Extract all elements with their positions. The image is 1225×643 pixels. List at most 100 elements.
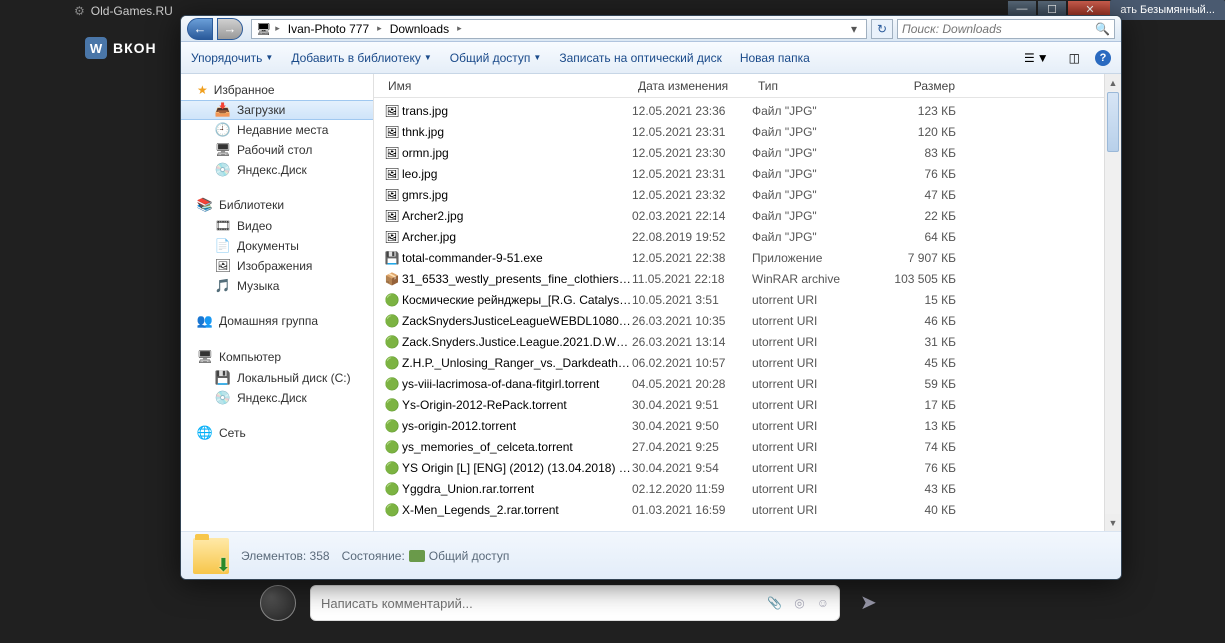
table-row[interactable]: 🟢Космические рейнджеры_[R.G. Catalyst...… bbox=[374, 289, 1121, 310]
sidebar-item-videos[interactable]: 🎞Видео bbox=[181, 216, 373, 236]
file-name: Космические рейнджеры_[R.G. Catalyst... bbox=[402, 293, 632, 307]
camera-icon[interactable]: ◎ bbox=[794, 596, 804, 610]
scroll-thumb[interactable] bbox=[1107, 92, 1119, 152]
preview-pane-button[interactable]: ◫ bbox=[1064, 48, 1085, 68]
search-input[interactable] bbox=[902, 22, 1091, 36]
attach-icon[interactable]: 📎 bbox=[767, 596, 782, 610]
list-icon: ☰ bbox=[1024, 51, 1035, 65]
file-list[interactable]: 🖼trans.jpg12.05.2021 23:36Файл "JPG"123 … bbox=[374, 98, 1121, 531]
file-size: 47 КБ bbox=[872, 188, 962, 202]
file-name: gmrs.jpg bbox=[402, 188, 632, 202]
burn-button[interactable]: Записать на оптический диск bbox=[559, 51, 722, 65]
scrollbar[interactable]: ▲ ▼ bbox=[1104, 74, 1121, 531]
file-size: 45 КБ bbox=[872, 356, 962, 370]
breadcrumb[interactable]: Downloads bbox=[386, 21, 453, 37]
share-menu[interactable]: Общий доступ▼ bbox=[450, 51, 542, 65]
avatar[interactable] bbox=[260, 585, 296, 621]
table-row[interactable]: 📦31_6533_westly_presents_fine_clothiers_… bbox=[374, 268, 1121, 289]
table-row[interactable]: 🟢YS Origin [L] [ENG] (2012) (13.04.2018)… bbox=[374, 457, 1121, 478]
file-icon: 🟢 bbox=[382, 314, 402, 328]
send-button[interactable]: ➤ bbox=[860, 590, 877, 615]
table-row[interactable]: 🖼Archer2.jpg02.03.2021 22:14Файл "JPG"22… bbox=[374, 205, 1121, 226]
libraries-icon: 📚 bbox=[197, 197, 213, 213]
sidebar-item-music[interactable]: 🎵Музыка bbox=[181, 276, 373, 296]
scroll-down[interactable]: ▼ bbox=[1105, 514, 1121, 531]
column-size[interactable]: Размер bbox=[872, 75, 962, 97]
vk-text: ВКОН bbox=[113, 40, 157, 56]
add-library-menu[interactable]: Добавить в библиотеку▼ bbox=[291, 51, 431, 65]
search-icon[interactable]: 🔍 bbox=[1095, 22, 1110, 36]
file-date: 12.05.2021 23:31 bbox=[632, 125, 752, 139]
column-name[interactable]: Имя bbox=[382, 75, 632, 97]
sidebar-item-downloads[interactable]: 📥Загрузки bbox=[181, 100, 373, 120]
table-row[interactable]: 🟢X-Men_Legends_2.rar.torrent01.03.2021 1… bbox=[374, 499, 1121, 520]
table-row[interactable]: 🟢ZackSnydersJusticeLeagueWEBDL1080p.t...… bbox=[374, 310, 1121, 331]
table-row[interactable]: 🟢Yggdra_Union.rar.torrent02.12.2020 11:5… bbox=[374, 478, 1121, 499]
file-name: Archer2.jpg bbox=[402, 209, 632, 223]
table-row[interactable]: 🟢ys-viii-lacrimosa-of-dana-fitgirl.torre… bbox=[374, 373, 1121, 394]
sidebar-item-documents[interactable]: 📄Документы bbox=[181, 236, 373, 256]
forward-button[interactable]: → bbox=[217, 18, 243, 40]
table-row[interactable]: 🖼gmrs.jpg12.05.2021 23:32Файл "JPG"47 КБ bbox=[374, 184, 1121, 205]
libraries-header[interactable]: 📚Библиотеки bbox=[181, 194, 373, 216]
breadcrumb[interactable]: Ivan-Photo 777 bbox=[284, 21, 373, 37]
table-row[interactable]: 🖼trans.jpg12.05.2021 23:36Файл "JPG"123 … bbox=[374, 100, 1121, 121]
table-row[interactable]: 🟢Z.H.P._Unlosing_Ranger_vs._Darkdeath_E.… bbox=[374, 352, 1121, 373]
table-row[interactable]: 🖼Archer.jpg22.08.2019 19:52Файл "JPG"64 … bbox=[374, 226, 1121, 247]
refresh-button[interactable]: ↻ bbox=[871, 19, 893, 39]
table-row[interactable]: 🖼ormn.jpg12.05.2021 23:30Файл "JPG"83 КБ bbox=[374, 142, 1121, 163]
docs-icon: 📄 bbox=[215, 238, 231, 254]
navigation-pane: ★Избранное 📥Загрузки 🕘Недавние места 🖥Ра… bbox=[181, 74, 374, 531]
computer-icon: 🖥 bbox=[256, 22, 271, 36]
homegroup-header[interactable]: 👥Домашняя группа bbox=[181, 310, 373, 332]
table-row[interactable]: 🖼leo.jpg12.05.2021 23:31Файл "JPG"76 КБ bbox=[374, 163, 1121, 184]
file-name: ormn.jpg bbox=[402, 146, 632, 160]
favorites-header[interactable]: ★Избранное bbox=[181, 80, 373, 100]
preview-icon: ◫ bbox=[1069, 51, 1080, 65]
column-date[interactable]: Дата изменения bbox=[632, 75, 752, 97]
file-type: Файл "JPG" bbox=[752, 188, 872, 202]
help-button[interactable]: ? bbox=[1095, 50, 1111, 66]
column-type[interactable]: Тип bbox=[752, 75, 872, 97]
sidebar-item-yandex[interactable]: 💿Яндекс.Диск bbox=[181, 160, 373, 180]
comment-input[interactable] bbox=[321, 596, 767, 611]
chevron-right-icon[interactable]: ▸ bbox=[275, 23, 280, 34]
sidebar-item-images[interactable]: 🖼Изображения bbox=[181, 256, 373, 276]
sidebar-item-recent[interactable]: 🕘Недавние места bbox=[181, 120, 373, 140]
network-header[interactable]: 🌐Сеть bbox=[181, 422, 373, 444]
search-box[interactable]: 🔍 bbox=[897, 19, 1115, 39]
chevron-right-icon[interactable]: ▸ bbox=[377, 23, 382, 34]
table-row[interactable]: 💾total-commander-9-51.exe12.05.2021 22:3… bbox=[374, 247, 1121, 268]
file-name: thnk.jpg bbox=[402, 125, 632, 139]
back-button[interactable]: ← bbox=[187, 18, 213, 40]
taskbar-tab[interactable]: ать Безымянный... bbox=[1110, 0, 1225, 20]
organize-menu[interactable]: Упорядочить▼ bbox=[191, 51, 273, 65]
sidebar-item-yandex2[interactable]: 💿Яндекс.Диск bbox=[181, 388, 373, 408]
file-date: 12.05.2021 22:38 bbox=[632, 251, 752, 265]
table-row[interactable]: 🟢ys-origin-2012.torrent30.04.2021 9:50ut… bbox=[374, 415, 1121, 436]
file-size: 46 КБ bbox=[872, 314, 962, 328]
table-row[interactable]: 🟢Zack.Snyders.Justice.League.2021.D.WEB.… bbox=[374, 331, 1121, 352]
address-dropdown[interactable]: ▾ bbox=[846, 22, 862, 36]
file-date: 12.05.2021 23:31 bbox=[632, 167, 752, 181]
images-icon: 🖼 bbox=[215, 258, 231, 274]
computer-header[interactable]: 🖥Компьютер bbox=[181, 346, 373, 368]
file-type: Файл "JPG" bbox=[752, 104, 872, 118]
emoji-icon[interactable]: ☺ bbox=[817, 596, 829, 610]
sidebar-item-local-c[interactable]: 💾Локальный диск (C:) bbox=[181, 368, 373, 388]
table-row[interactable]: 🟢Ys-Origin-2012-RePack.torrent30.04.2021… bbox=[374, 394, 1121, 415]
file-type: utorrent URI bbox=[752, 314, 872, 328]
file-size: 22 КБ bbox=[872, 209, 962, 223]
scroll-up[interactable]: ▲ bbox=[1105, 74, 1121, 91]
table-row[interactable]: 🟢ys_memories_of_celceta.torrent27.04.202… bbox=[374, 436, 1121, 457]
file-type: Файл "JPG" bbox=[752, 146, 872, 160]
view-menu[interactable]: ☰▼ bbox=[1019, 48, 1054, 68]
file-size: 7 907 КБ bbox=[872, 251, 962, 265]
comment-box[interactable]: 📎 ◎ ☺ bbox=[310, 585, 840, 621]
chevron-right-icon[interactable]: ▸ bbox=[457, 23, 462, 34]
sidebar-item-desktop[interactable]: 🖥Рабочий стол bbox=[181, 140, 373, 160]
file-icon: 🟢 bbox=[382, 377, 402, 391]
new-folder-button[interactable]: Новая папка bbox=[740, 51, 810, 65]
table-row[interactable]: 🖼thnk.jpg12.05.2021 23:31Файл "JPG"120 К… bbox=[374, 121, 1121, 142]
address-bar[interactable]: 🖥 ▸ Ivan-Photo 777 ▸ Downloads ▸ ▾ bbox=[251, 19, 867, 39]
